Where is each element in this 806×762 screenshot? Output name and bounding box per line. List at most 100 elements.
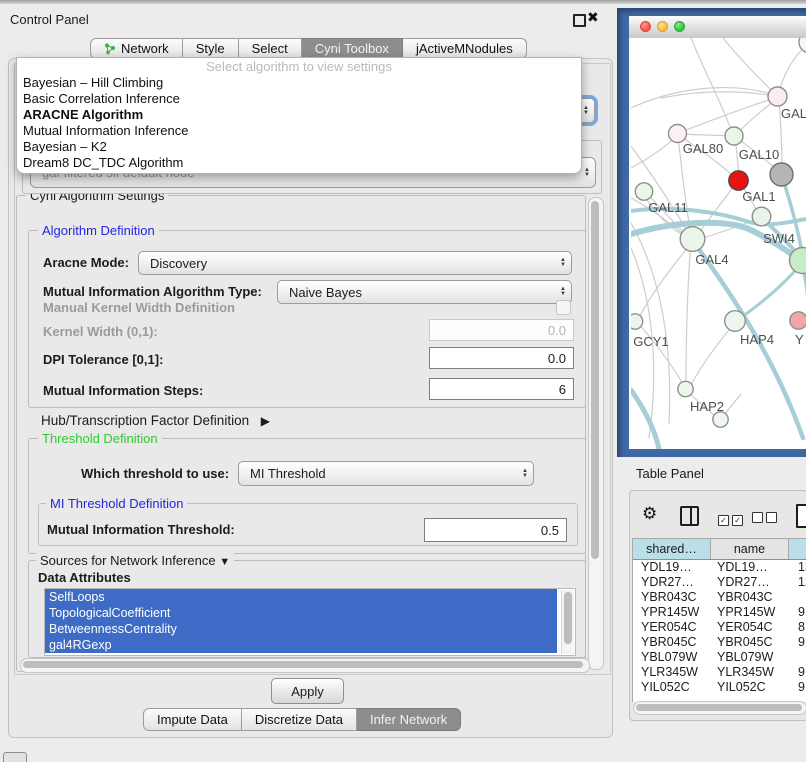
close-window-icon[interactable] [640, 21, 651, 32]
top-window-edge [0, 0, 806, 4]
table-cell: YDR27… [711, 575, 789, 590]
attribute-item-gal4rgexp[interactable]: gal4RGexp [45, 637, 557, 653]
control-panel-tabbar: Network StyleSelectCyni ToolboxjActiveMNo… [90, 38, 527, 59]
data-attributes-label: Data Attributes [38, 570, 131, 585]
settings-hscrollbar[interactable] [20, 658, 590, 673]
apply-button[interactable]: Apply [271, 678, 344, 704]
tab-label: Network [121, 41, 169, 56]
table-cell: YBR045C [711, 635, 789, 650]
network-edge[interactable] [639, 241, 693, 318]
column-header-partial[interactable] [789, 539, 806, 559]
dropdown-item-aracne-algorithm[interactable]: ARACNE Algorithm [17, 107, 581, 123]
minimize-window-icon[interactable] [657, 21, 668, 32]
attribute-item-selfloops[interactable]: SelfLoops [45, 589, 557, 605]
table-row[interactable]: YPR145WYPR145W9. [633, 605, 806, 620]
settings-hscrollbar-thumb[interactable] [23, 661, 583, 668]
column-header-name[interactable]: name [711, 539, 789, 559]
collapse-arrow-icon[interactable]: ▼ [219, 556, 230, 568]
zoom-window-icon[interactable] [674, 21, 685, 32]
network-edge[interactable] [686, 242, 691, 385]
node-gal11[interactable] [635, 183, 652, 200]
tab-select[interactable]: Select [239, 38, 302, 59]
node-gal10[interactable] [725, 127, 743, 145]
table-hscrollbar[interactable] [633, 701, 806, 715]
settings-vscrollbar-thumb[interactable] [591, 201, 599, 559]
node-gray-node[interactable] [770, 163, 793, 186]
table-row[interactable]: YBR043CYBR043C [633, 590, 806, 605]
hub-section-toggle[interactable]: Hub/Transcription Factor Definition ▶ [41, 413, 270, 428]
table-row[interactable]: YDR27…YDR27…12 [633, 575, 806, 590]
table-hscrollbar-thumb[interactable] [636, 704, 802, 711]
table-cell: YBL079W [633, 650, 711, 665]
expand-arrow-icon: ▶ [261, 414, 270, 428]
mi-steps-field[interactable]: 6 [429, 378, 574, 400]
bottom-tab-discretize-data[interactable]: Discretize Data [242, 708, 357, 731]
node-label-y: Y [795, 332, 804, 347]
hub-section-label: Hub/Transcription Factor Definition [41, 413, 249, 428]
table-row[interactable]: YLR345WYLR345W9. [633, 665, 806, 680]
mi-type-combo[interactable]: Naive Bayes ▲▼ [277, 280, 572, 304]
network-edge[interactable] [723, 38, 775, 94]
node-node-bottom[interactable] [713, 412, 728, 427]
node-gal80[interactable] [669, 125, 687, 143]
attribute-item-betweennesscentrality[interactable]: BetweennessCentrality [45, 621, 557, 637]
combo-stepper-icon: ▲▼ [555, 252, 571, 274]
network-edge[interactable] [631, 137, 675, 168]
deselect-all-icon[interactable] [752, 511, 780, 526]
split-columns-icon[interactable] [680, 506, 699, 526]
node-gal2[interactable] [768, 87, 787, 106]
dpi-tolerance-field[interactable]: 0.0 [429, 347, 574, 369]
table-row[interactable]: YDL19…YDL19…13 [633, 560, 806, 575]
tab-cyni-toolbox[interactable]: Cyni Toolbox [302, 38, 403, 59]
node-gal4[interactable] [680, 227, 705, 252]
dropdown-item-basic-correlation-inference[interactable]: Basic Correlation Inference [17, 91, 581, 107]
network-edge[interactable] [691, 38, 732, 132]
gear-icon[interactable]: ⚙ [642, 504, 657, 524]
tab-network[interactable]: Network [90, 38, 183, 59]
dpi-tolerance-label: DPI Tolerance [0,1]: [43, 352, 163, 367]
table-row[interactable]: YBR045CYBR045C9. [633, 635, 806, 650]
table-row[interactable]: YBL079WYBL079W [633, 650, 806, 665]
aracne-mode-combo[interactable]: Discovery ▲▼ [138, 251, 572, 275]
network-edge-highlighted[interactable] [631, 390, 659, 449]
network-edge[interactable] [680, 134, 731, 136]
node-hap2[interactable] [678, 381, 693, 396]
float-panel-icon[interactable] [573, 14, 586, 27]
node-gal1[interactable] [752, 207, 771, 226]
bottom-tab-impute-data[interactable]: Impute Data [143, 708, 242, 731]
mi-threshold-field[interactable]: 0.5 [424, 518, 567, 542]
dropdown-item-bayesian-hill-climbing[interactable]: Bayesian – Hill Climbing [17, 75, 581, 91]
collapsed-panel-button[interactable] [3, 752, 27, 762]
close-panel-icon[interactable]: ✖ [587, 9, 599, 26]
node-gcy1[interactable] [631, 314, 643, 329]
node-red-node[interactable] [729, 171, 748, 190]
table-row[interactable]: YER054CYER054C8. [633, 620, 806, 635]
manual-kernel-checkbox[interactable] [556, 300, 571, 315]
attribute-item-topologicalcoefficient[interactable]: TopologicalCoefficient [45, 605, 557, 621]
node-hap4[interactable] [725, 311, 746, 332]
network-window-titlebar[interactable] [629, 16, 806, 39]
tab-jactivemnodules[interactable]: jActiveMNodules [403, 38, 527, 59]
dropdown-item-dream8-dc-tdc-algorithm[interactable]: Dream8 DC_TDC Algorithm [17, 155, 581, 171]
node-label-hap2: HAP2 [690, 399, 724, 414]
network-edge[interactable] [724, 394, 741, 416]
network-edge[interactable] [691, 324, 734, 385]
bottom-tab-infer-network[interactable]: Infer Network [357, 708, 461, 731]
attributes-vscrollbar[interactable] [561, 590, 574, 654]
column-header-shared…[interactable]: shared… [633, 539, 711, 559]
table-row[interactable]: YIL052CYIL052C9 [633, 680, 806, 695]
settings-vscrollbar[interactable] [588, 197, 604, 670]
tab-style[interactable]: Style [183, 38, 239, 59]
kernel-width-field[interactable]: 0.0 [429, 319, 574, 341]
table-cell [789, 650, 806, 665]
select-all-icon[interactable]: ✓✓ [718, 511, 746, 526]
algorithm-definition-legend: Algorithm Definition [38, 223, 159, 238]
attributes-vscrollbar-thumb[interactable] [564, 592, 572, 644]
node-salmon-node[interactable] [790, 312, 806, 329]
data-attributes-list: SelfLoopsTopologicalCoefficientBetweenne… [44, 588, 576, 656]
dropdown-item-bayesian-k2[interactable]: Bayesian – K2 [17, 139, 581, 155]
network-edge-highlighted[interactable] [735, 266, 799, 322]
new-document-icon[interactable] [796, 504, 806, 528]
which-threshold-combo[interactable]: MI Threshold ▲▼ [238, 461, 534, 486]
dropdown-item-mutual-information-inference[interactable]: Mutual Information Inference [17, 123, 581, 139]
